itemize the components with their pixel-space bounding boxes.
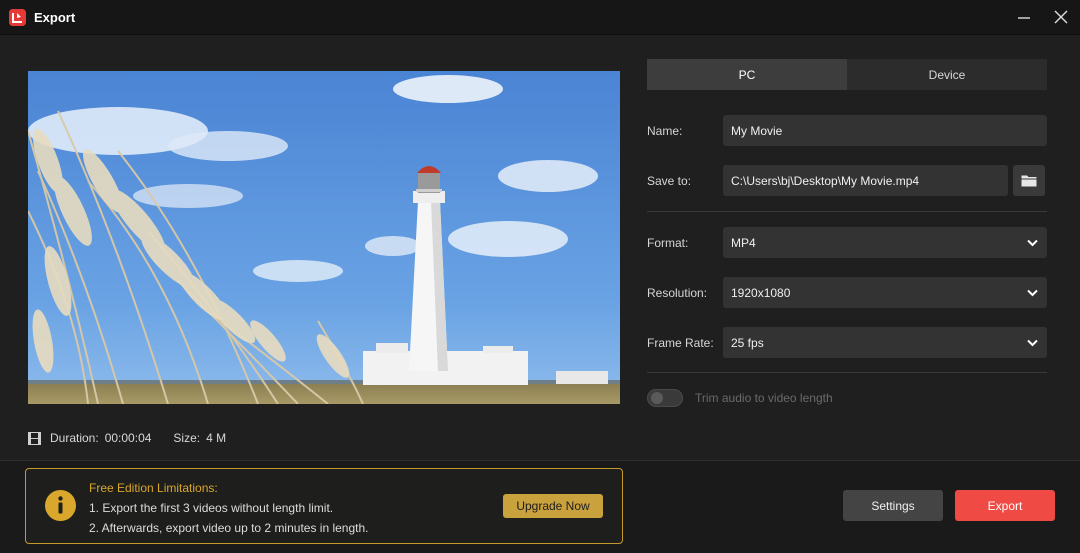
folder-icon <box>1021 175 1037 187</box>
video-info: Duration: 00:00:04 Size: 4 M <box>28 430 248 446</box>
tab-device[interactable]: Device <box>847 59 1047 90</box>
close-icon[interactable] <box>1048 4 1074 30</box>
save-to-label: Save to: <box>647 174 692 188</box>
upgrade-now-button[interactable]: Upgrade Now <box>503 494 603 518</box>
tab-pc[interactable]: PC <box>647 59 847 90</box>
browse-folder-button[interactable] <box>1013 165 1045 196</box>
window-title: Export <box>34 10 76 25</box>
resolution-select[interactable]: 1920x1080 <box>723 277 1047 308</box>
divider <box>647 372 1047 373</box>
format-value: MP4 <box>731 235 756 250</box>
size-label: Size: <box>173 431 201 445</box>
duration-value: 00:00:04 <box>104 431 152 445</box>
name-value: My Movie <box>731 123 783 138</box>
frame-rate-select[interactable]: 25 fps <box>723 327 1047 358</box>
export-target-tabs: PC Device <box>647 59 1047 90</box>
limitation-line-1: 1. Export the first 3 videos without len… <box>89 501 334 515</box>
title-bar: Export <box>0 0 1080 35</box>
format-label: Format: <box>647 236 689 250</box>
frame-rate-label: Frame Rate: <box>647 336 714 350</box>
duration-label: Duration: <box>50 431 99 445</box>
settings-button[interactable]: Settings <box>843 490 943 521</box>
chevron-down-icon <box>1027 339 1038 347</box>
resolution-value: 1920x1080 <box>731 285 791 300</box>
limitation-line-2: 2. Afterwards, export video up to 2 minu… <box>89 521 369 535</box>
trim-audio-label: Trim audio to video length <box>695 391 833 405</box>
video-preview <box>28 71 620 404</box>
chevron-down-icon <box>1027 239 1038 247</box>
chevron-down-icon <box>1027 289 1038 297</box>
trim-audio-toggle[interactable] <box>647 389 683 407</box>
toggle-knob <box>651 392 663 404</box>
info-icon <box>45 490 76 521</box>
film-icon <box>28 431 41 445</box>
export-button[interactable]: Export <box>955 490 1055 521</box>
save-path-field[interactable]: C:\Users\bj\Desktop\My Movie.mp4 <box>723 165 1008 196</box>
format-select[interactable]: MP4 <box>723 227 1047 258</box>
app-logo-icon <box>9 9 26 26</box>
limitations-title: Free Edition Limitations: <box>89 481 218 495</box>
frame-rate-value: 25 fps <box>731 335 764 350</box>
minimize-icon[interactable] <box>1011 4 1037 30</box>
divider <box>647 211 1047 212</box>
resolution-label: Resolution: <box>647 286 708 300</box>
name-label: Name: <box>647 124 683 138</box>
name-field[interactable]: My Movie <box>723 115 1047 146</box>
size-value: 4 M <box>206 431 227 445</box>
save-path-value: C:\Users\bj\Desktop\My Movie.mp4 <box>731 173 920 188</box>
